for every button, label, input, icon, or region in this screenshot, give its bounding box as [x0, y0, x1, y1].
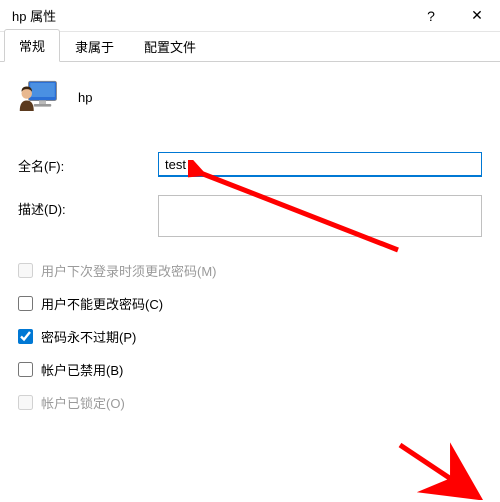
window-title: hp 属性 — [12, 6, 408, 25]
user-header: hp — [18, 76, 482, 118]
description-input[interactable] — [158, 195, 482, 237]
user-monitor-icon — [18, 76, 60, 118]
fullname-label: 全名(F): — [18, 152, 158, 175]
tab-content: hp 全名(F): 描述(D): 用户下次登录时须更改密码(M) 用户不能更改密… — [0, 62, 500, 440]
annotation-arrow-2 — [390, 440, 490, 500]
check-pwd-never-expires[interactable]: 密码永不过期(P) — [18, 327, 482, 346]
close-button[interactable]: ✕ — [454, 0, 500, 32]
tab-strip: 常规 隶属于 配置文件 — [0, 32, 500, 62]
check-cannot-change-pwd-box[interactable] — [18, 296, 33, 311]
check-account-disabled[interactable]: 帐户已禁用(B) — [18, 360, 482, 379]
tab-general[interactable]: 常规 — [4, 29, 60, 62]
check-must-change-pwd: 用户下次登录时须更改密码(M) — [18, 261, 482, 280]
titlebar: hp 属性 ? ✕ — [0, 0, 500, 32]
check-account-disabled-box[interactable] — [18, 362, 33, 377]
fullname-row: 全名(F): — [18, 152, 482, 177]
tab-profile[interactable]: 配置文件 — [129, 30, 211, 62]
description-row: 描述(D): — [18, 195, 482, 237]
username-label: hp — [78, 90, 92, 105]
help-button[interactable]: ? — [408, 0, 454, 32]
fullname-input[interactable] — [158, 152, 482, 177]
check-account-locked-box — [18, 395, 33, 410]
check-account-locked: 帐户已锁定(O) — [18, 393, 482, 412]
description-label: 描述(D): — [18, 195, 158, 218]
check-must-change-pwd-box — [18, 263, 33, 278]
checkbox-group: 用户下次登录时须更改密码(M) 用户不能更改密码(C) 密码永不过期(P) 帐户… — [18, 261, 482, 412]
check-pwd-never-expires-box[interactable] — [18, 329, 33, 344]
check-cannot-change-pwd[interactable]: 用户不能更改密码(C) — [18, 294, 482, 313]
tab-memberof[interactable]: 隶属于 — [60, 30, 129, 62]
